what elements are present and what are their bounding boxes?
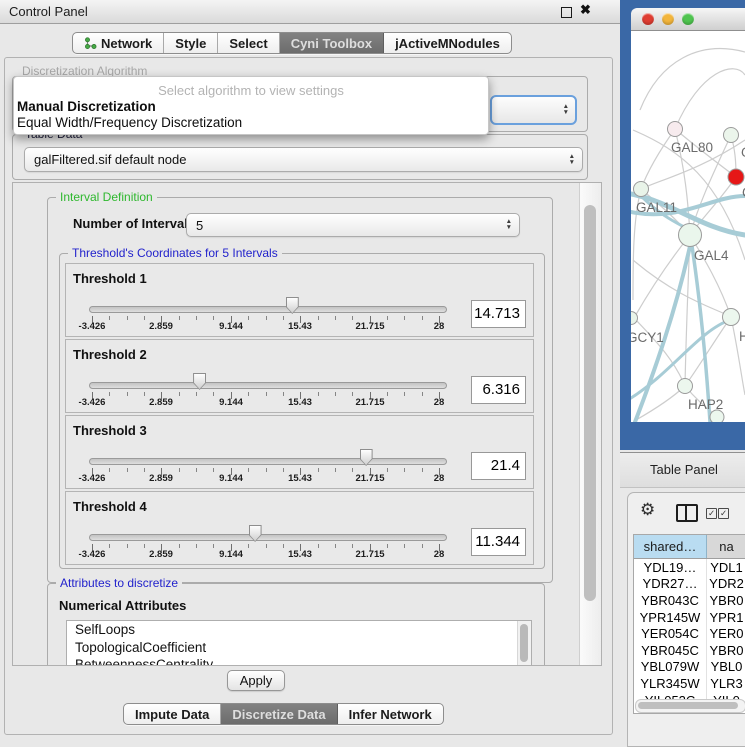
number-of-intervals-combo[interactable]: 5 ▲▼ [186,213,520,237]
node-label: GAL11 [636,200,677,215]
node-label: GAL4 [694,248,729,263]
close-traffic-light[interactable] [642,13,654,25]
algorithm-dropdown-popup: Select algorithm to view settings Manual… [13,76,489,135]
network-node[interactable] [710,410,724,422]
network-node[interactable] [728,169,744,185]
table-row[interactable]: YDL19…YDL1 [634,559,745,576]
list-item[interactable]: SelfLoops [67,621,531,639]
minimize-traffic-light[interactable] [662,13,674,25]
threshold-2-slider-track[interactable] [89,382,447,389]
table-row[interactable]: YPR145WYPR1 [634,609,745,626]
numerical-attributes-label: Numerical Attributes [59,598,186,613]
table-header-row: shared… na [634,535,745,559]
threshold-3-slider-track[interactable] [89,458,447,465]
table-data-combo-value: galFiltered.sif default node [34,152,186,167]
stepper-arrows-icon: ▲▼ [506,219,512,230]
number-of-intervals-label: Number of Intervals [73,216,195,231]
numerical-attributes-list[interactable]: SelfLoops TopologicalCoefficient Between… [66,620,532,666]
columns-icon[interactable] [676,504,698,522]
threshold-4-label: Threshold 4 [73,499,147,514]
dropdown-option-manual[interactable]: Manual Discretization [17,99,156,114]
table-row[interactable]: YLR345WYLR3 [634,675,745,692]
list-scrollbar[interactable] [517,621,531,666]
threshold-3-value-field[interactable]: 21.4 [471,452,526,480]
network-window-titlebar[interactable] [631,8,745,31]
table-rows: YDL19…YDL1YDR27…YDR2YBR043CYBR0YPR145WYP… [634,559,745,708]
table-row[interactable]: YBR043CYBR0 [634,592,745,609]
apply-button[interactable]: Apply [227,670,285,691]
table-data-combo[interactable]: galFiltered.sif default node ▲▼ [24,147,583,172]
tab-network[interactable]: Network [73,33,164,53]
threshold-4-box: Threshold 4 -3.426 2.859 9.144 15.43 21.… [65,491,534,565]
network-graph: GAL80GACGAL11GAL4GCY1HHAP2 [631,31,745,422]
algorithm-combo[interactable]: ▲▼ [490,95,577,125]
tab-select[interactable]: Select [218,33,279,53]
table-row[interactable]: YDR27…YDR2 [634,576,745,593]
zoom-traffic-light[interactable] [682,13,694,25]
node-label: GCY1 [631,330,664,345]
threshold-1-label: Threshold 1 [73,271,147,286]
threshold-1-box: Threshold 1 -3.426 2.859 9.144 15.43 21.… [65,263,534,337]
tab-cyni-toolbox[interactable]: Cyni Toolbox [280,33,384,53]
interval-definition-title: Interval Definition [56,190,157,204]
panel-scrollbar-thumb[interactable] [584,205,596,601]
threshold-2-label: Threshold 2 [73,347,147,362]
bottom-tab-bar: Impute Data Discretize Data Infer Networ… [123,703,444,725]
network-node[interactable] [678,379,693,394]
panel-title: Control Panel [9,4,88,19]
node-label: GA [741,145,745,160]
gear-icon[interactable]: ⚙ [640,501,655,518]
float-window-icon[interactable] [561,7,572,18]
table-horizontal-scrollbar[interactable] [635,699,745,713]
checkbox-icon[interactable]: ✓ [718,508,729,519]
tab-jactivemnodules[interactable]: jActiveMNodules [384,33,511,53]
threshold-2-box: Threshold 2 -3.426 2.859 9.144 15.43 21.… [65,339,534,413]
tab-infer-network[interactable]: Infer Network [338,704,443,724]
table-panel-header: Table Panel [620,452,745,488]
table-row[interactable]: YBR045CYBR0 [634,642,745,659]
attributes-group: Attributes to discretize Numerical Attri… [47,583,545,666]
threshold-2-value-field[interactable]: 6.316 [471,376,526,404]
close-icon[interactable]: ✖ [580,2,591,18]
node-label: H [739,329,745,344]
table-panel-title: Table Panel [650,462,718,477]
dropdown-hint: Select algorithm to view settings [14,83,488,98]
thresholds-group-title: Threshold's Coordinates for 5 Intervals [68,246,282,260]
network-node[interactable] [724,128,739,143]
network-node[interactable] [668,122,683,137]
network-node[interactable] [723,309,740,326]
control-panel-titlebar: Control Panel ✖ [0,0,620,24]
dropdown-option-equal-width[interactable]: Equal Width/Frequency Discretization [17,115,242,130]
column-header-name[interactable]: na [707,535,745,558]
panel-scrollbar[interactable] [579,183,601,665]
attributes-group-title: Attributes to discretize [56,576,182,590]
tab-network-label: Network [101,36,152,51]
threshold-1-value-field[interactable]: 14.713 [471,300,526,328]
threshold-3-box: Threshold 3 -3.426 2.859 9.144 15.43 21.… [65,415,534,489]
stepper-arrows-icon: ▲▼ [569,154,575,165]
network-canvas[interactable]: GAL80GACGAL11GAL4GCY1HHAP2 [631,31,745,422]
list-item[interactable]: BetweennessCentrality [67,656,531,666]
node-table: shared… na YDL19…YDL1YDR27…YDR2YBR043CYB… [633,534,745,714]
column-header-shared-name[interactable]: shared… [634,535,707,558]
threshold-4-value-field[interactable]: 11.344 [471,528,526,556]
network-node[interactable] [679,224,702,247]
checkbox-icon[interactable]: ✓ [706,508,717,519]
number-of-intervals-value: 5 [196,218,203,233]
tab-impute-data[interactable]: Impute Data [124,704,221,724]
table-row[interactable]: YBL079WYBL0 [634,659,745,676]
network-icon [84,37,97,50]
stepper-arrows-icon: ▲▼ [563,104,569,115]
threshold-3-label: Threshold 3 [73,423,147,438]
table-row[interactable]: YER054CYER0 [634,625,745,642]
top-tab-bar: Network Style Select Cyni Toolbox jActiv… [72,32,512,54]
tab-discretize-data[interactable]: Discretize Data [221,704,337,724]
node-label: GAL80 [671,140,713,155]
threshold-1-slider-track[interactable] [89,306,447,313]
threshold-4-slider-track[interactable] [89,534,447,541]
list-item[interactable]: TopologicalCoefficient [67,639,531,657]
tab-style[interactable]: Style [164,33,218,53]
settings-scroll-panel: Interval Definition Number of Intervals … [12,182,602,666]
network-node[interactable] [634,182,649,197]
